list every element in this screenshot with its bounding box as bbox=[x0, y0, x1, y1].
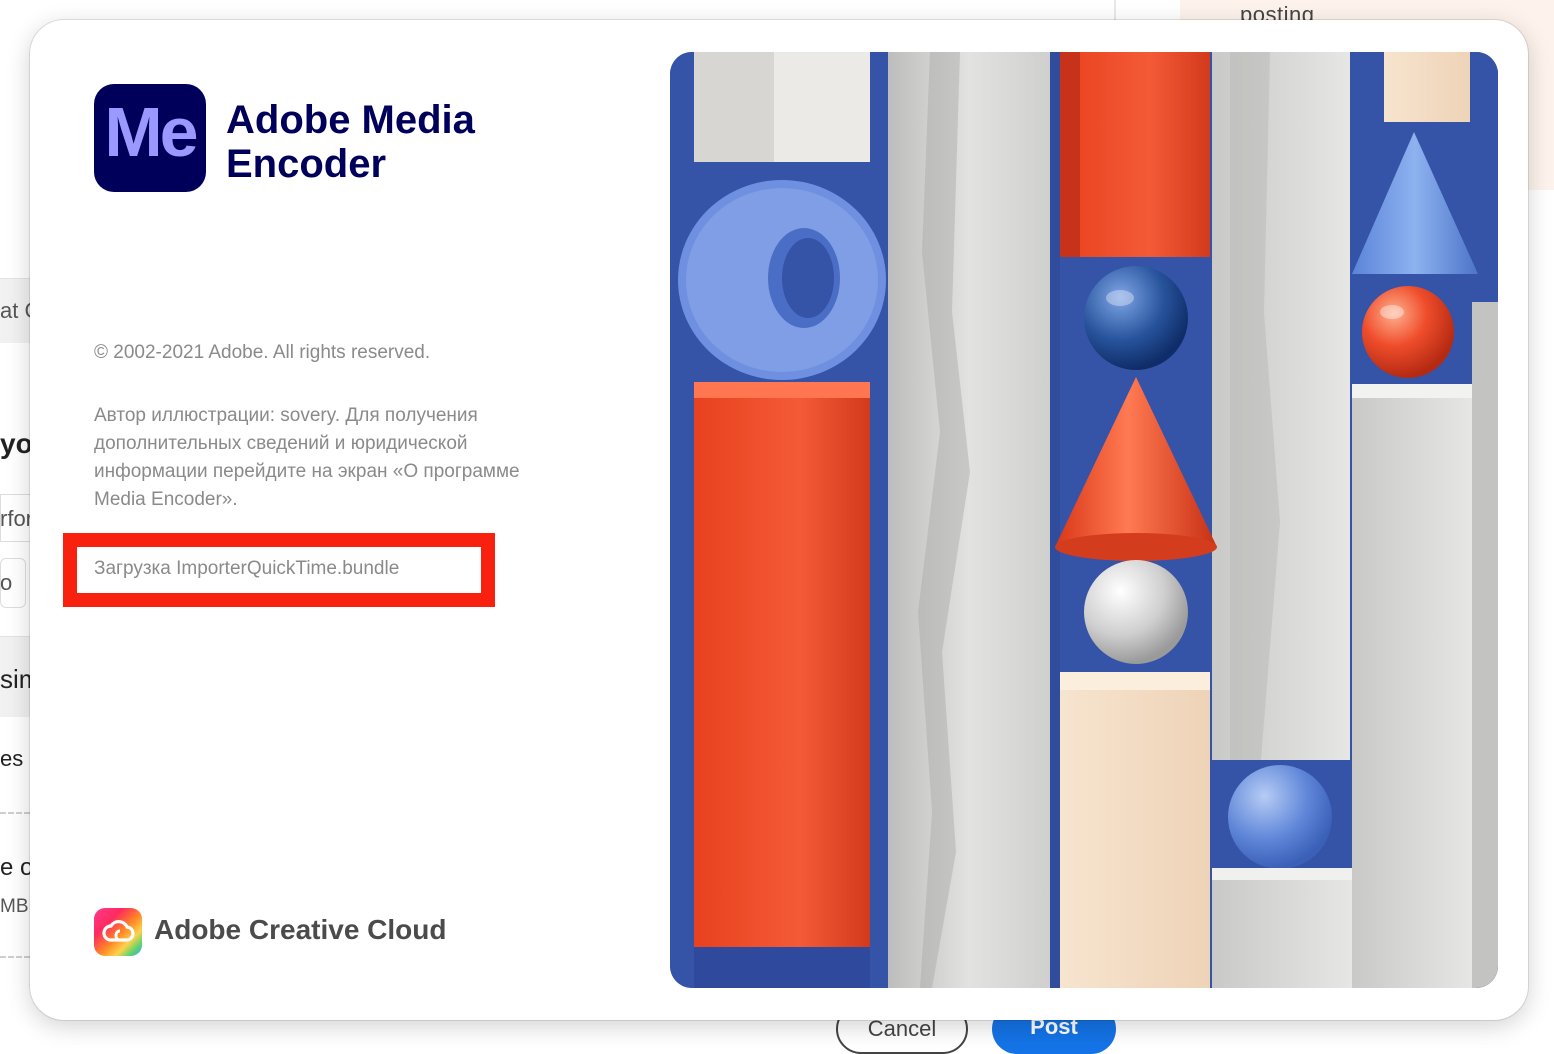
background-fragment: es bbox=[0, 746, 24, 771]
loading-status: Загрузка ImporterQuickTime.bundle bbox=[94, 558, 400, 579]
media-encoder-app-icon: Me bbox=[94, 84, 206, 192]
background-fragment: o bbox=[0, 570, 13, 595]
creative-cloud-icon bbox=[94, 908, 142, 956]
illustration-credits: Автор иллюстрации: sovery. Для получения… bbox=[94, 405, 520, 510]
background-fragment: e o bbox=[0, 854, 34, 881]
splash-screen: Me Adobe Media Encoder © 2002-2021 Adobe… bbox=[30, 20, 1528, 1020]
copyright-text: © 2002-2021 Adobe. All rights reserved. bbox=[94, 342, 431, 363]
background-fragment: rfor bbox=[0, 506, 33, 531]
background-divider bbox=[0, 956, 30, 958]
splash-artwork bbox=[670, 52, 1498, 988]
background-divider bbox=[0, 812, 30, 814]
app-title: Adobe Media Encoder bbox=[226, 98, 475, 186]
background-fragment: yo bbox=[0, 428, 33, 459]
creative-cloud-brand: Adobe Creative Cloud bbox=[154, 914, 447, 945]
artwork-illustration bbox=[670, 52, 1498, 988]
app-icon-letters: Me bbox=[104, 93, 198, 171]
